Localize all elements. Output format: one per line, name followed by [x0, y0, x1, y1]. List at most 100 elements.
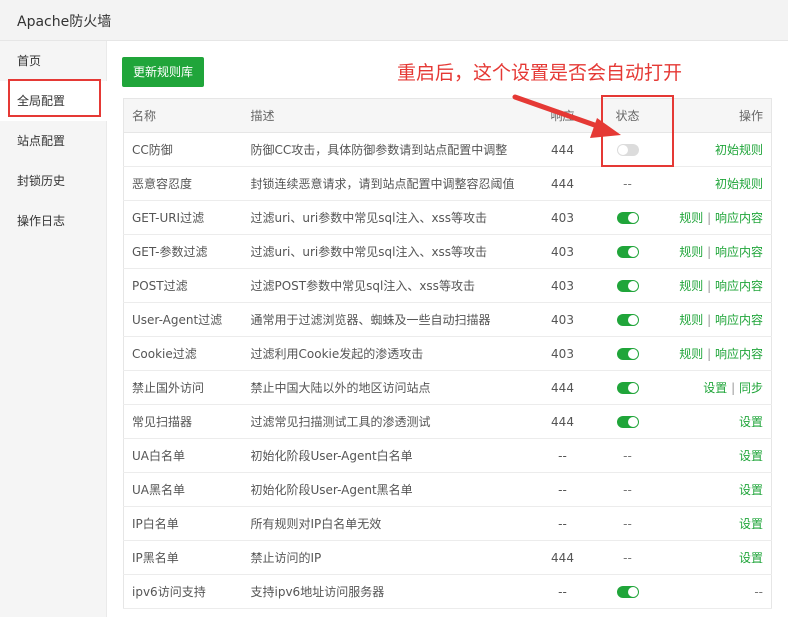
status-toggle[interactable]: [616, 280, 639, 292]
status-text: --: [623, 482, 632, 497]
rule-operations: 设置 | 同步: [655, 370, 772, 405]
rule-description: 过滤uri、uri参数中常见sql注入、xss等攻击: [242, 234, 526, 269]
op-link[interactable]: 响应内容: [715, 313, 763, 327]
toggle-knob: [627, 383, 638, 393]
rule-status: --: [599, 506, 656, 541]
op-link[interactable]: 规则: [679, 313, 703, 327]
rule-description: 过滤POST参数中常见sql注入、xss等攻击: [242, 268, 526, 303]
rule-name: GET-URI过滤: [123, 200, 243, 235]
op-link[interactable]: 初始规则: [715, 177, 763, 191]
op-separator: |: [727, 381, 739, 395]
op-link[interactable]: 设置: [739, 449, 763, 463]
op-separator: |: [703, 347, 715, 361]
rule-status: [599, 234, 656, 269]
rule-status: --: [599, 472, 656, 507]
rule-description: 禁止访问的IP: [242, 540, 526, 575]
rule-name: 禁止国外访问: [123, 370, 243, 405]
rule-description: 封锁连续恶意请求，请到站点配置中调整容忍阈值: [242, 166, 526, 201]
status-toggle[interactable]: [616, 212, 639, 224]
op-link[interactable]: 规则: [679, 245, 703, 259]
op-link[interactable]: 同步: [739, 381, 763, 395]
sidebar-item-site-config[interactable]: 站点配置: [0, 121, 107, 161]
rule-operations: 规则 | 响应内容: [655, 268, 772, 303]
op-link[interactable]: 设置: [739, 517, 763, 531]
table-row: IP白名单 所有规则对IP白名单无效 -- -- 设置: [123, 506, 772, 541]
rule-operations: 设置: [655, 540, 772, 575]
status-text: --: [623, 448, 632, 463]
sidebar-item-operation-log[interactable]: 操作日志: [0, 201, 107, 241]
highlight-box-global-config: [8, 79, 101, 117]
status-toggle[interactable]: [616, 382, 639, 394]
status-toggle[interactable]: [616, 314, 639, 326]
rule-status: --: [599, 438, 656, 473]
sidebar-item-home[interactable]: 首页: [0, 41, 107, 81]
op-separator: |: [703, 245, 715, 259]
op-link[interactable]: 响应内容: [715, 211, 763, 225]
table-row: UA白名单 初始化阶段User-Agent白名单 -- -- 设置: [123, 438, 772, 473]
rule-description: 所有规则对IP白名单无效: [242, 506, 526, 541]
sidebar-item-block-history[interactable]: 封锁历史: [0, 161, 107, 201]
rule-response-code: 444: [525, 404, 600, 439]
rule-response-code: 403: [525, 234, 600, 269]
status-toggle[interactable]: [616, 246, 639, 258]
update-rules-button[interactable]: 更新规则库: [122, 57, 204, 87]
rule-status: --: [599, 540, 656, 575]
table-row: 常见扫描器 过滤常见扫描测试工具的渗透测试 444 设置: [123, 404, 772, 439]
rule-name: POST过滤: [123, 268, 243, 303]
rule-response-code: --: [525, 574, 600, 609]
op-link[interactable]: 设置: [739, 551, 763, 565]
rule-operations: 设置: [655, 404, 772, 439]
table-header-row: 名称 描述 响应 状态 操作: [123, 98, 772, 133]
op-link[interactable]: 响应内容: [715, 245, 763, 259]
op-link[interactable]: 设置: [739, 415, 763, 429]
rule-status: [599, 370, 656, 405]
rule-operations: --: [655, 574, 772, 609]
main-panel: 更新规则库 重启后，这个设置是否会自动打开 名称 描述 响应 状态 操作 CC防…: [107, 41, 788, 617]
op-link[interactable]: 设置: [703, 381, 727, 395]
op-link[interactable]: 规则: [679, 279, 703, 293]
rule-response-code: --: [525, 506, 600, 541]
table-row: CC防御 防御CC攻击，具体防御参数请到站点配置中调整 444 初始规则: [123, 132, 772, 167]
header-code: 响应: [525, 98, 600, 133]
rule-response-code: 444: [525, 370, 600, 405]
window-titlebar: Apache防火墙: [0, 0, 788, 41]
rule-operations: 初始规则: [655, 166, 772, 201]
status-toggle[interactable]: [616, 348, 639, 360]
header-name: 名称: [123, 98, 243, 133]
table-row: ipv6访问支持 支持ipv6地址访问服务器 -- --: [123, 574, 772, 609]
toggle-knob: [627, 417, 638, 427]
rule-name: CC防御: [123, 132, 243, 167]
op-separator: |: [703, 313, 715, 327]
rule-response-code: 403: [525, 336, 600, 371]
rule-description: 防御CC攻击，具体防御参数请到站点配置中调整: [242, 132, 526, 167]
rule-response-code: 444: [525, 132, 600, 167]
op-link[interactable]: 设置: [739, 483, 763, 497]
op-separator: |: [703, 211, 715, 225]
rule-operations: 规则 | 响应内容: [655, 200, 772, 235]
status-text: --: [623, 176, 632, 191]
rule-operations: 规则 | 响应内容: [655, 234, 772, 269]
table-row: 禁止国外访问 禁止中国大陆以外的地区访问站点 444 设置 | 同步: [123, 370, 772, 405]
rule-response-code: 403: [525, 302, 600, 337]
op-link[interactable]: 规则: [679, 347, 703, 361]
op-link[interactable]: 响应内容: [715, 279, 763, 293]
rule-description: 过滤uri、uri参数中常见sql注入、xss等攻击: [242, 200, 526, 235]
rule-name: UA白名单: [123, 438, 243, 473]
rule-name: 恶意容忍度: [123, 166, 243, 201]
status-toggle[interactable]: [616, 586, 639, 598]
rule-response-code: 403: [525, 268, 600, 303]
toggle-knob: [627, 587, 638, 597]
op-link[interactable]: 初始规则: [715, 143, 763, 157]
rule-description: 过滤常见扫描测试工具的渗透测试: [242, 404, 526, 439]
rule-response-code: --: [525, 472, 600, 507]
rule-operations: 设置: [655, 438, 772, 473]
status-toggle[interactable]: [616, 416, 639, 428]
rule-status: [599, 302, 656, 337]
op-link[interactable]: 规则: [679, 211, 703, 225]
op-link[interactable]: 响应内容: [715, 347, 763, 361]
table-row: GET-URI过滤 过滤uri、uri参数中常见sql注入、xss等攻击 403 规则…: [123, 200, 772, 235]
table-row: POST过滤 过滤POST参数中常见sql注入、xss等攻击 403 规则 | 响应内…: [123, 268, 772, 303]
table-row: GET-参数过滤 过滤uri、uri参数中常见sql注入、xss等攻击 403 规则 …: [123, 234, 772, 269]
rule-description: 过滤利用Cookie发起的渗透攻击: [242, 336, 526, 371]
header-desc: 描述: [242, 98, 526, 133]
